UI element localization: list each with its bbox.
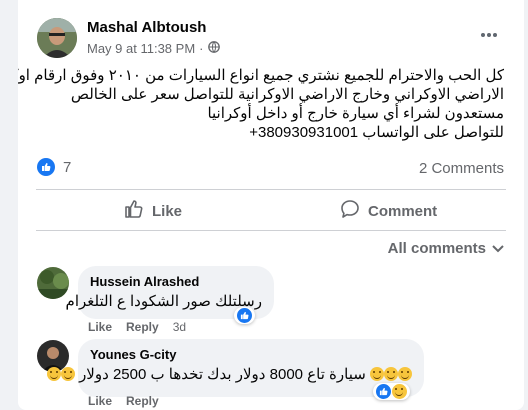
haha-reaction-icon xyxy=(392,384,407,399)
comment-label: Comment xyxy=(368,202,438,220)
comment-like-link[interactable]: Like xyxy=(88,320,112,334)
chevron-down-icon xyxy=(492,240,504,257)
post-text-line: للتواصل على الواتساب 380930931001+ xyxy=(249,124,504,141)
comment-reaction-badge[interactable] xyxy=(234,307,255,324)
thumbs-up-icon xyxy=(124,199,144,223)
meta-separator: · xyxy=(199,41,204,56)
comment-icon xyxy=(340,199,360,223)
post-text-line: مستعدون لشراء أي سيارة خارج أو داخل أوكر… xyxy=(207,105,504,122)
like-reaction-icon xyxy=(237,308,252,323)
divider xyxy=(36,189,506,190)
post-text-line: الاراضي الاوكراني وخارج الاراضي الاوكران… xyxy=(70,86,504,103)
commenter-name[interactable]: Hussein Alrashed xyxy=(90,274,262,289)
author-avatar[interactable] xyxy=(37,18,77,58)
comment-reply-link[interactable]: Reply xyxy=(126,394,159,408)
like-reaction-icon xyxy=(37,158,55,176)
laughing-emoji-icon xyxy=(46,367,61,381)
comment-reaction-badge[interactable] xyxy=(373,383,410,400)
comment-like-link[interactable]: Like xyxy=(88,394,112,408)
laughing-emoji-icon xyxy=(370,367,384,381)
commenter-avatar[interactable] xyxy=(37,267,69,299)
post-author[interactable]: Mashal Albtoush xyxy=(87,19,206,36)
like-reaction-icon xyxy=(376,384,391,399)
comments-count-link[interactable]: 2 Comments xyxy=(419,160,504,177)
comment-actions: Like Reply xyxy=(88,394,159,408)
comment-time[interactable]: 3d xyxy=(173,320,186,334)
comment-text-body: سيارة تاع 8000 دولار بدك تخدها ب 2500 دو… xyxy=(79,366,366,383)
comment-bubble: Younes G-city سيارة تاع 8000 دولار بدك ت… xyxy=(46,339,424,397)
comment-text: رسلتلك صور الشكودا ع التلغرام xyxy=(65,293,262,310)
more-options-icon[interactable] xyxy=(480,27,498,38)
globe-icon xyxy=(207,41,220,56)
comment-button[interactable]: Comment xyxy=(340,198,437,224)
laughing-emoji-icon xyxy=(60,367,75,381)
comment-actions: Like Reply 3d xyxy=(88,320,186,334)
post-meta: May 9 at 11:38 PM · xyxy=(87,41,220,56)
reactions-summary[interactable]: 7 xyxy=(37,158,71,176)
comments-filter-dropdown[interactable]: All comments xyxy=(388,240,504,257)
reactions-count: 7 xyxy=(63,158,72,176)
laughing-emoji-icon xyxy=(384,367,398,381)
commenter-name[interactable]: Younes G-city xyxy=(90,347,412,362)
like-label: Like xyxy=(152,202,183,220)
post-card: Mashal Albtoush May 9 at 11:38 PM · كل ا… xyxy=(18,0,524,410)
like-button[interactable]: Like xyxy=(124,198,182,224)
post-body: كل الحب والاحترام للجميع نشتري جميع انوا… xyxy=(18,66,504,142)
laughing-emoji-icon xyxy=(398,367,412,381)
comments-filter-label: All comments xyxy=(387,240,486,257)
post-text-line: كل الحب والاحترام للجميع نشتري جميع انوا… xyxy=(18,67,504,84)
comment-text: سيارة تاع 8000 دولار بدك تخدها ب 2500 دو… xyxy=(46,365,412,383)
post-timestamp[interactable]: May 9 at 11:38 PM xyxy=(87,41,195,56)
divider xyxy=(36,230,506,231)
comment-reply-link[interactable]: Reply xyxy=(126,320,159,334)
